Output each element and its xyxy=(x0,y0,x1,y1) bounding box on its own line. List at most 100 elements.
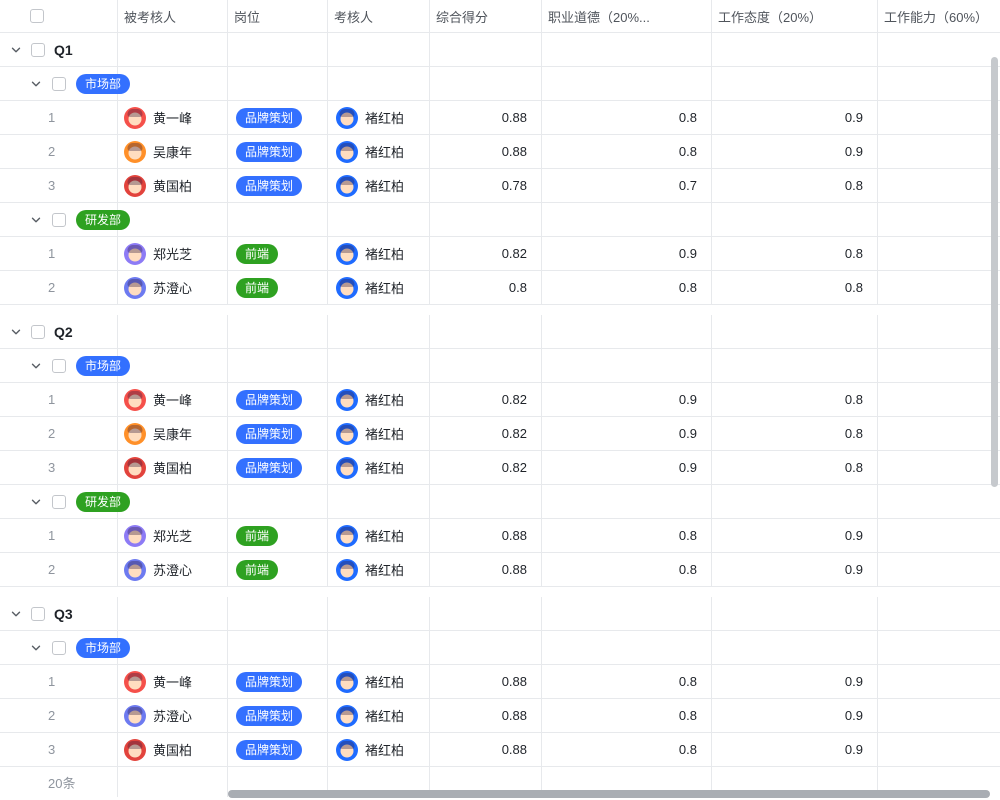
person-cell[interactable]: 苏澄心 xyxy=(118,553,228,586)
group-header-cell[interactable]: Q1 xyxy=(0,33,118,66)
ability-score-cell[interactable] xyxy=(878,665,1000,698)
person-cell[interactable]: 黄国柏 xyxy=(118,451,228,484)
subgroup-checkbox[interactable] xyxy=(52,495,66,509)
ethics-score-cell[interactable]: 0.9 xyxy=(542,383,712,416)
ability-score-cell[interactable] xyxy=(878,417,1000,450)
overall-score-cell[interactable]: 0.88 xyxy=(430,699,542,732)
attitude-score-cell[interactable]: 0.8 xyxy=(712,383,878,416)
subgroup-header-cell[interactable]: 市场部 xyxy=(0,67,118,100)
attitude-score-cell[interactable]: 0.9 xyxy=(712,665,878,698)
column-header[interactable]: 岗位 xyxy=(228,0,328,32)
overall-score-cell[interactable]: 0.82 xyxy=(430,237,542,270)
ethics-score-cell[interactable]: 0.8 xyxy=(542,553,712,586)
chevron-down-icon[interactable] xyxy=(30,496,42,508)
reviewer-cell[interactable]: 褚红柏 xyxy=(328,553,430,586)
column-header[interactable]: 考核人 xyxy=(328,0,430,32)
ethics-score-cell[interactable]: 0.8 xyxy=(542,665,712,698)
position-cell[interactable]: 品牌策划 xyxy=(228,417,328,450)
reviewer-cell[interactable]: 褚红柏 xyxy=(328,665,430,698)
attitude-score-cell[interactable]: 0.8 xyxy=(712,451,878,484)
column-header[interactable]: 工作能力（60%） xyxy=(878,0,1000,32)
reviewer-cell[interactable]: 褚红柏 xyxy=(328,101,430,134)
subgroup-checkbox[interactable] xyxy=(52,359,66,373)
position-cell[interactable]: 品牌策划 xyxy=(228,169,328,202)
reviewer-cell[interactable]: 褚红柏 xyxy=(328,451,430,484)
chevron-down-icon[interactable] xyxy=(30,78,42,90)
attitude-score-cell[interactable]: 0.9 xyxy=(712,699,878,732)
overall-score-cell[interactable]: 0.88 xyxy=(430,665,542,698)
ethics-score-cell[interactable]: 0.8 xyxy=(542,135,712,168)
ethics-score-cell[interactable]: 0.8 xyxy=(542,519,712,552)
reviewer-cell[interactable]: 褚红柏 xyxy=(328,383,430,416)
column-header[interactable]: 综合得分 xyxy=(430,0,542,32)
overall-score-cell[interactable]: 0.8 xyxy=(430,271,542,304)
reviewer-cell[interactable]: 褚红柏 xyxy=(328,519,430,552)
ability-score-cell[interactable] xyxy=(878,733,1000,766)
ethics-score-cell[interactable]: 0.9 xyxy=(542,237,712,270)
person-cell[interactable]: 郑光芝 xyxy=(118,237,228,270)
subgroup-header-cell[interactable]: 市场部 xyxy=(0,631,118,664)
ethics-score-cell[interactable]: 0.8 xyxy=(542,101,712,134)
position-cell[interactable]: 品牌策划 xyxy=(228,665,328,698)
reviewer-cell[interactable]: 褚红柏 xyxy=(328,699,430,732)
subgroup-header-cell[interactable]: 研发部 xyxy=(0,203,118,236)
position-cell[interactable]: 前端 xyxy=(228,271,328,304)
attitude-score-cell[interactable]: 0.8 xyxy=(712,271,878,304)
ability-score-cell[interactable] xyxy=(878,101,1000,134)
ethics-score-cell[interactable]: 0.8 xyxy=(542,699,712,732)
subgroup-checkbox[interactable] xyxy=(52,641,66,655)
chevron-down-icon[interactable] xyxy=(30,214,42,226)
position-cell[interactable]: 前端 xyxy=(228,237,328,270)
group-header-cell[interactable]: Q3 xyxy=(0,597,118,630)
subgroup-checkbox[interactable] xyxy=(52,77,66,91)
person-cell[interactable]: 黄一峰 xyxy=(118,101,228,134)
overall-score-cell[interactable]: 0.78 xyxy=(430,169,542,202)
attitude-score-cell[interactable]: 0.9 xyxy=(712,733,878,766)
chevron-down-icon[interactable] xyxy=(10,44,22,56)
attitude-score-cell[interactable]: 0.9 xyxy=(712,519,878,552)
reviewer-cell[interactable]: 褚红柏 xyxy=(328,169,430,202)
overall-score-cell[interactable]: 0.82 xyxy=(430,451,542,484)
attitude-score-cell[interactable]: 0.9 xyxy=(712,135,878,168)
overall-score-cell[interactable]: 0.88 xyxy=(430,519,542,552)
person-cell[interactable]: 苏澄心 xyxy=(118,699,228,732)
ethics-score-cell[interactable]: 0.9 xyxy=(542,451,712,484)
chevron-down-icon[interactable] xyxy=(10,608,22,620)
ability-score-cell[interactable] xyxy=(878,699,1000,732)
attitude-score-cell[interactable]: 0.8 xyxy=(712,417,878,450)
group-checkbox[interactable] xyxy=(31,607,45,621)
position-cell[interactable]: 品牌策划 xyxy=(228,135,328,168)
overall-score-cell[interactable]: 0.88 xyxy=(430,101,542,134)
ability-score-cell[interactable] xyxy=(878,383,1000,416)
ability-score-cell[interactable] xyxy=(878,237,1000,270)
group-header-cell[interactable]: Q2 xyxy=(0,315,118,348)
column-header[interactable]: 职业道德（20%... xyxy=(542,0,712,32)
subgroup-header-cell[interactable]: 市场部 xyxy=(0,349,118,382)
subgroup-header-cell[interactable]: 研发部 xyxy=(0,485,118,518)
column-header[interactable]: 被考核人 xyxy=(118,0,228,32)
reviewer-cell[interactable]: 褚红柏 xyxy=(328,271,430,304)
ability-score-cell[interactable] xyxy=(878,519,1000,552)
position-cell[interactable]: 品牌策划 xyxy=(228,699,328,732)
reviewer-cell[interactable]: 褚红柏 xyxy=(328,417,430,450)
attitude-score-cell[interactable]: 0.9 xyxy=(712,101,878,134)
overall-score-cell[interactable]: 0.82 xyxy=(430,383,542,416)
person-cell[interactable]: 黄国柏 xyxy=(118,169,228,202)
chevron-down-icon[interactable] xyxy=(30,642,42,654)
ethics-score-cell[interactable]: 0.8 xyxy=(542,271,712,304)
ability-score-cell[interactable] xyxy=(878,169,1000,202)
select-all-checkbox[interactable] xyxy=(30,9,44,23)
person-cell[interactable]: 郑光芝 xyxy=(118,519,228,552)
person-cell[interactable]: 黄国柏 xyxy=(118,733,228,766)
overall-score-cell[interactable]: 0.88 xyxy=(430,553,542,586)
person-cell[interactable]: 苏澄心 xyxy=(118,271,228,304)
reviewer-cell[interactable]: 褚红柏 xyxy=(328,135,430,168)
group-checkbox[interactable] xyxy=(31,43,45,57)
position-cell[interactable]: 前端 xyxy=(228,553,328,586)
ethics-score-cell[interactable]: 0.7 xyxy=(542,169,712,202)
reviewer-cell[interactable]: 褚红柏 xyxy=(328,237,430,270)
subgroup-checkbox[interactable] xyxy=(52,213,66,227)
position-cell[interactable]: 品牌策划 xyxy=(228,733,328,766)
person-cell[interactable]: 黄一峰 xyxy=(118,383,228,416)
reviewer-cell[interactable]: 褚红柏 xyxy=(328,733,430,766)
